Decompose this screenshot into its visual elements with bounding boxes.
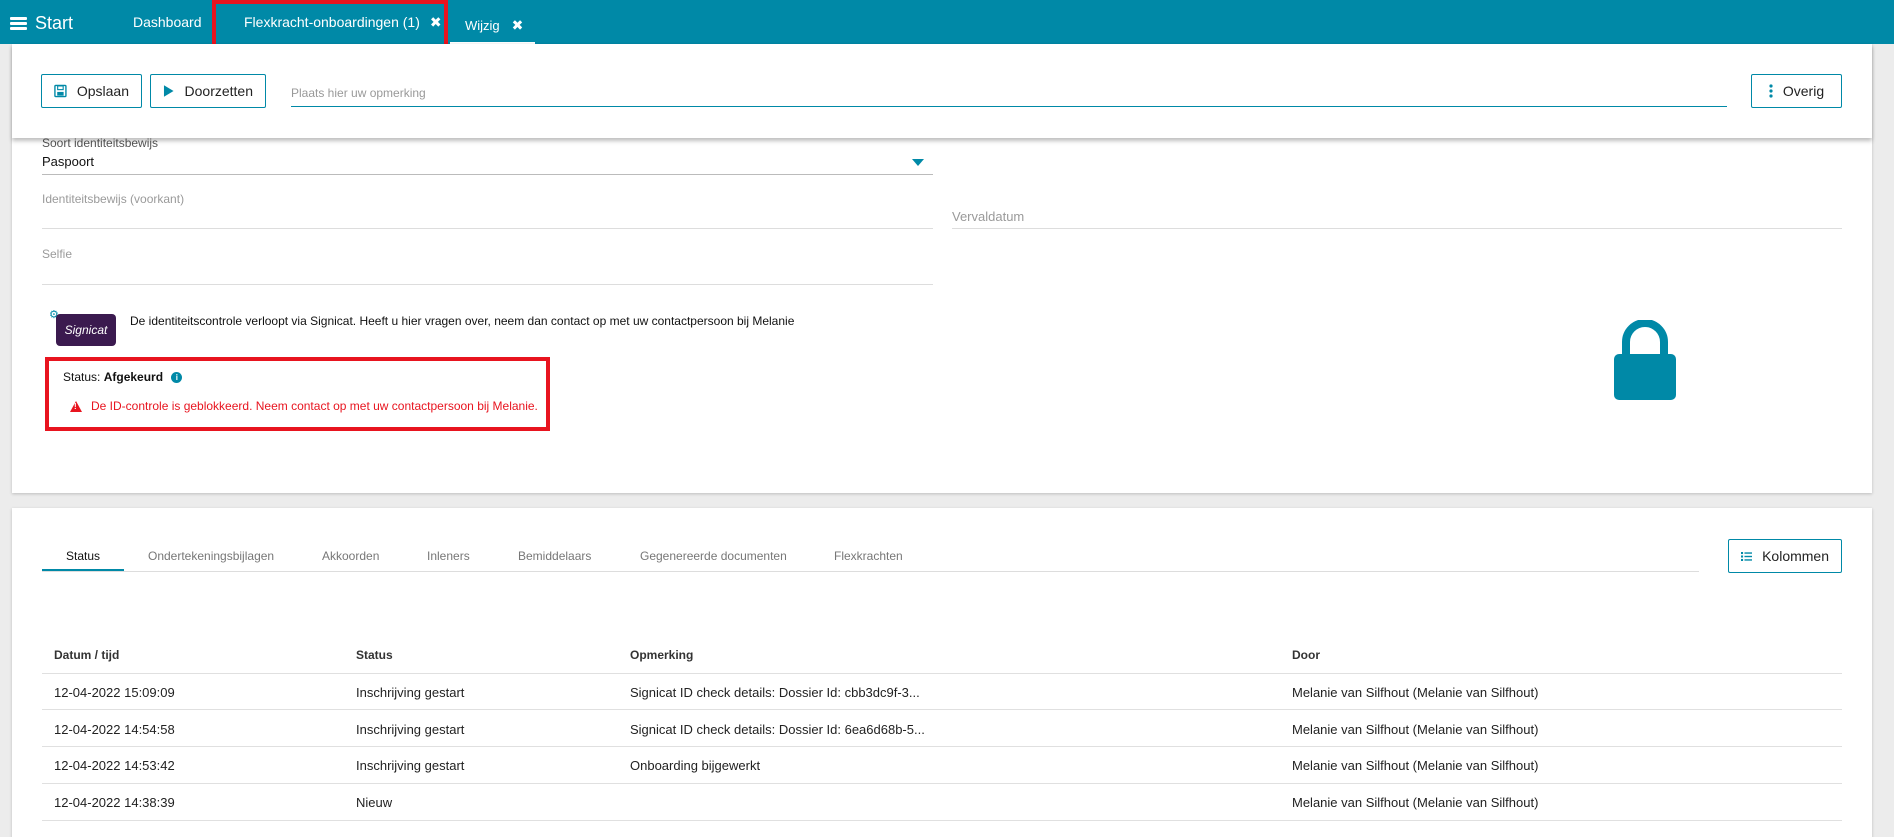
signicat-logo: Signicat <box>56 314 116 346</box>
tab-status[interactable]: Status <box>42 549 125 571</box>
divider <box>952 228 1842 229</box>
divider <box>42 820 1842 821</box>
signicat-info-text: De identiteitscontrole verloopt via Sign… <box>130 314 795 328</box>
divider <box>42 783 1842 784</box>
cell-by: Melanie van Silfhout (Melanie van Silfho… <box>1292 722 1539 737</box>
cell-remark: Signicat ID check details: Dossier Id: 6… <box>630 722 925 737</box>
expiry-date-field[interactable]: Vervaldatum <box>952 209 1024 224</box>
cell-datetime: 12-04-2022 15:09:09 <box>54 685 175 700</box>
cell-by: Melanie van Silfhout (Melanie van Silfho… <box>1292 685 1539 700</box>
column-header-by[interactable]: Door <box>1292 648 1320 662</box>
status-prefix: Status: <box>63 370 101 384</box>
cell-status: Inschrijving gestart <box>356 758 465 773</box>
status-line: Status: Afgekeurd i <box>63 370 183 384</box>
tab-wijzig[interactable]: Wijzig ✖ <box>450 0 535 44</box>
forward-label: Doorzetten <box>184 83 253 99</box>
main-menu-button[interactable]: Start <box>10 10 80 36</box>
columns-label: Kolommen <box>1762 548 1829 564</box>
floppy-disk-icon <box>54 84 67 98</box>
columns-button[interactable]: Kolommen <box>1728 539 1842 573</box>
save-button[interactable]: Opslaan <box>41 74 142 108</box>
selfie-field[interactable]: Selfie <box>42 247 72 261</box>
divider <box>42 673 1842 674</box>
cell-by: Melanie van Silfhout (Melanie van Silfho… <box>1292 758 1539 773</box>
caret-down-icon[interactable] <box>912 159 924 166</box>
remark-input[interactable] <box>291 80 1727 107</box>
vertical-dots-icon <box>1769 84 1773 98</box>
cell-by: Melanie van Silfhout (Melanie van Silfho… <box>1292 795 1539 810</box>
cell-datetime: 12-04-2022 14:53:42 <box>54 758 175 773</box>
play-icon <box>163 85 174 97</box>
more-label: Overig <box>1782 83 1825 99</box>
column-header-remark[interactable]: Opmerking <box>630 648 693 662</box>
cell-status: Inschrijving gestart <box>356 722 465 737</box>
error-message: De ID-controle is geblokkeerd. Neem cont… <box>70 399 538 413</box>
info-icon[interactable]: i <box>171 372 183 384</box>
column-header-status[interactable]: Status <box>356 648 393 662</box>
tab-ondertekeningsbijlagen[interactable]: Ondertekeningsbijlagen <box>148 549 274 563</box>
cell-datetime: 12-04-2022 14:38:39 <box>54 795 175 810</box>
tab-flexkrachten[interactable]: Flexkrachten <box>834 549 903 563</box>
divider <box>42 746 1842 747</box>
cell-status: Nieuw <box>356 795 393 810</box>
lock-icon <box>1614 320 1676 400</box>
hamburger-icon <box>10 16 27 30</box>
forward-button[interactable]: Doorzetten <box>150 74 266 108</box>
cell-remark: Onboarding bijgewerkt <box>630 758 761 773</box>
list-icon <box>1741 551 1753 561</box>
tab-label: Wijzig <box>465 17 500 33</box>
highlight-box-tab <box>212 0 448 50</box>
id-type-select[interactable]: Paspoort <box>42 154 94 169</box>
warning-icon <box>70 400 82 412</box>
tab-dashboard[interactable]: Dashboard <box>133 0 202 44</box>
tab-inleners[interactable]: Inleners <box>427 549 470 563</box>
divider <box>42 709 1842 710</box>
tab-bemiddelaars[interactable]: Bemiddelaars <box>518 549 591 563</box>
cell-datetime: 12-04-2022 14:54:58 <box>54 722 175 737</box>
tab-label: Dashboard <box>133 14 202 30</box>
id-type-label: Soort identiteitsbewijs <box>42 136 159 150</box>
tab-gegenereerde-documenten[interactable]: Gegenereerde documenten <box>640 549 787 563</box>
status-value: Afgekeurd <box>103 370 164 384</box>
more-button[interactable]: Overig <box>1751 74 1842 108</box>
menu-label: Start <box>35 12 74 33</box>
highlight-box-status <box>45 357 550 431</box>
column-header-datetime[interactable]: Datum / tijd <box>54 648 119 662</box>
save-label: Opslaan <box>76 83 129 99</box>
id-front-field[interactable]: Identiteitsbewijs (voorkant) <box>42 192 184 206</box>
divider <box>42 228 933 229</box>
cell-remark: Signicat ID check details: Dossier Id: c… <box>630 685 920 700</box>
close-icon[interactable]: ✖ <box>512 17 524 34</box>
error-text: De ID-controle is geblokkeerd. Neem cont… <box>91 399 538 413</box>
divider <box>42 284 933 285</box>
tab-akkoorden[interactable]: Akkoorden <box>322 549 379 563</box>
cell-status: Inschrijving gestart <box>356 685 465 700</box>
divider <box>42 174 933 175</box>
